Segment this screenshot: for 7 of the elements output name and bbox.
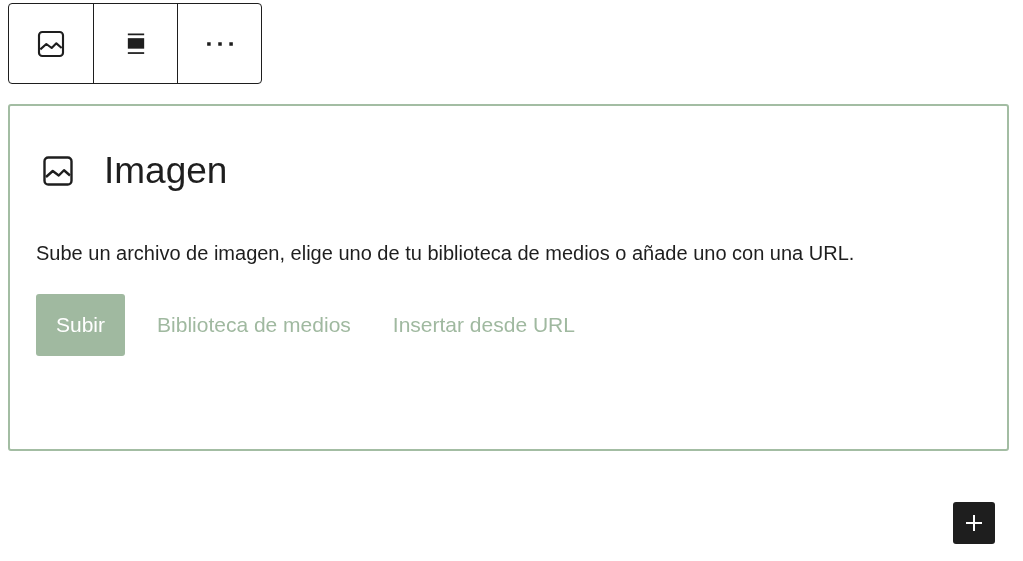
upload-button[interactable]: Subir bbox=[36, 294, 126, 356]
block-title: Imagen bbox=[104, 152, 228, 189]
block-description: Sube un archivo de imagen, elige uno de tu biblioteca de medios o añade uno con una URL. bbox=[36, 241, 856, 266]
more-icon bbox=[205, 39, 234, 48]
action-link[interactable]: Insertar desde URL bbox=[392, 294, 575, 356]
action-link[interactable]: Biblioteca de medios bbox=[157, 294, 351, 356]
add-block-button[interactable] bbox=[953, 502, 995, 544]
